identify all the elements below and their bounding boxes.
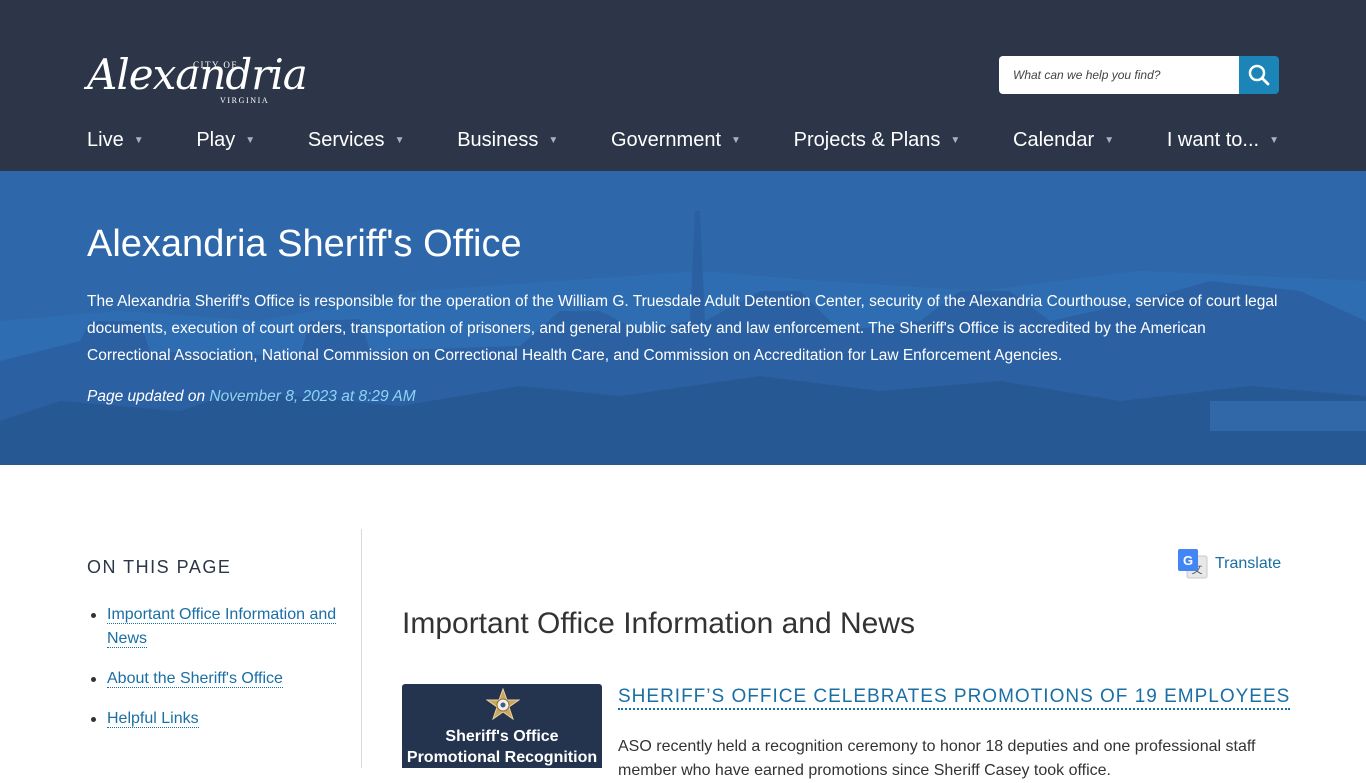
sidebar-heading: ON THIS PAGE	[87, 557, 232, 577]
search-button[interactable]	[1239, 56, 1279, 94]
nav-business[interactable]: Business ▼	[457, 124, 558, 156]
toc-item: Important Office Information and News	[91, 603, 337, 651]
search-bar	[999, 56, 1279, 94]
nav-services[interactable]: Services ▼	[308, 124, 405, 156]
updated-date: November 8, 2023 at 8:29 AM	[209, 388, 416, 405]
site-header: CITY OF Alexandria VIRGINIA Live ▼ Play ▼ …	[0, 0, 1366, 171]
nav-label: Government	[610, 128, 722, 151]
nav-play[interactable]: Play ▼	[196, 124, 255, 156]
sheriff-badge-icon	[486, 688, 520, 721]
logo-state: VIRGINIA	[220, 96, 270, 105]
translate-label: Translate	[1215, 555, 1282, 572]
toc-list: Important Office Information and News Ab…	[91, 603, 337, 747]
nav-label: Live	[87, 128, 124, 151]
caret-down-icon: ▼	[1269, 134, 1279, 146]
page-description: The Alexandria Sheriff's Office is respo…	[87, 293, 1278, 364]
page-title: Alexandria Sheriff's Office	[87, 223, 522, 265]
nav-label: Business	[457, 128, 539, 151]
page-updated: Page updated on November 8, 2023 at 8:29…	[87, 388, 416, 406]
city-logo[interactable]: CITY OF Alexandria VIRGINIA	[87, 40, 308, 110]
toc-link-helpful-links[interactable]: Helpful Links	[107, 710, 199, 728]
toc-item: Helpful Links	[91, 707, 337, 731]
svg-text:G: G	[1183, 553, 1193, 568]
nav-label: Services	[307, 128, 385, 151]
main-nav: Live ▼ Play ▼ Services ▼ Business ▼ Governme…	[87, 124, 1279, 156]
logo-name: Alexandria	[87, 50, 308, 99]
toc-link-office-info-news[interactable]: Important Office Information and News	[107, 606, 337, 648]
toc-item: About the Sheriff's Office	[91, 667, 337, 691]
news-thumbnail[interactable]: Sheriff's Office Promotional Recognition	[402, 684, 602, 768]
nav-label: I want to...	[1166, 128, 1260, 151]
search-input[interactable]	[999, 56, 1239, 94]
translate-button[interactable]: 文 G Translate	[1177, 548, 1281, 580]
toc-link-about[interactable]: About the Sheriff's Office	[107, 670, 283, 688]
news-summary: ASO recently held a recognition ceremony…	[618, 738, 1256, 779]
on-this-page-sidebar: ON THIS PAGE Important Office Informatio…	[87, 529, 362, 768]
caret-down-icon: ▼	[1104, 134, 1115, 146]
google-translate-icon: 文 G	[1178, 549, 1208, 579]
nav-calendar[interactable]: Calendar ▼	[1013, 124, 1114, 156]
nav-label: Projects & Plans	[793, 128, 941, 151]
caret-down-icon: ▼	[245, 134, 256, 146]
nav-projects-plans[interactable]: Projects & Plans ▼	[794, 124, 961, 156]
nav-label: Play	[196, 128, 236, 151]
thumbnail-text-line1: Sheriff's Office	[445, 728, 559, 745]
caret-down-icon: ▼	[133, 134, 144, 146]
caret-down-icon: ▼	[950, 134, 961, 146]
news-title-link[interactable]: SHERIFF’S OFFICE CELEBRATES PROMOTIONS O…	[618, 686, 1291, 710]
updated-label: Page updated on	[87, 388, 206, 405]
caret-down-icon: ▼	[548, 134, 559, 146]
thumbnail-text-line2: Promotional Recognition	[406, 749, 598, 766]
search-icon	[1248, 64, 1270, 86]
section-title: Important Office Information and News	[402, 607, 916, 640]
hero-banner: Alexandria Sheriff's Office The Alexandr…	[0, 171, 1366, 465]
nav-government[interactable]: Government ▼	[611, 124, 741, 156]
nav-live[interactable]: Live ▼	[87, 124, 144, 156]
nav-i-want-to[interactable]: I want to... ▼	[1167, 124, 1279, 156]
caret-down-icon: ▼	[731, 134, 741, 146]
caret-down-icon: ▼	[394, 134, 405, 146]
nav-label: Calendar	[1013, 128, 1095, 151]
